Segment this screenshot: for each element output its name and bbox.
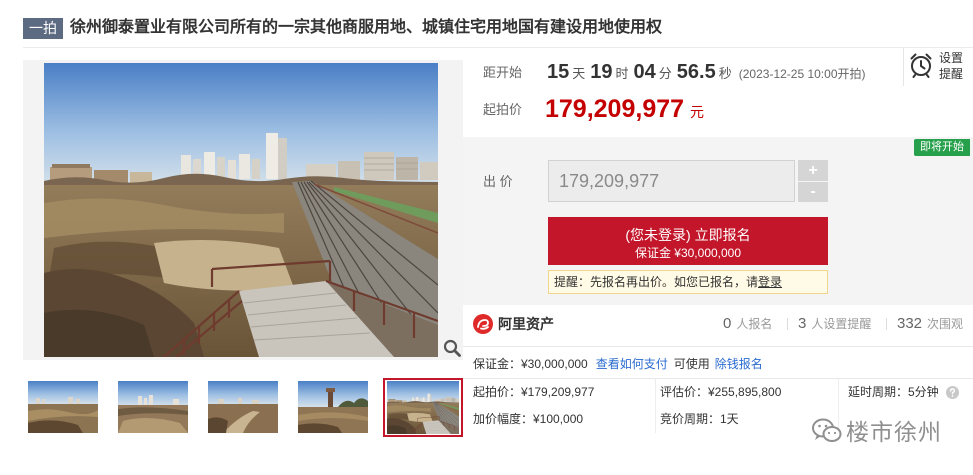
registrations-count: 0	[723, 315, 732, 332]
countdown-minutes: 04	[633, 61, 656, 83]
countdown-seconds: 56.5	[676, 61, 716, 83]
gallery-thumbnail-1[interactable]	[23, 378, 103, 437]
deposit-amount: 保证金：¥30,000,000	[473, 357, 588, 371]
gallery-thumbnail-2[interactable]	[113, 378, 193, 437]
section-divider	[463, 346, 973, 347]
auction-page: 一拍 徐州御泰置业有限公司所有的一宗其他商服用地、城镇住宅用地国有建设用地使用权	[0, 0, 973, 475]
gallery-thumbnails	[23, 378, 463, 438]
countdown-timer: 15 天 19 时 04 分 56.5 秒 (2023-12-25 10:00开拍)	[547, 57, 899, 87]
detail-starting-price: 起拍价：¥179,209,977	[473, 385, 595, 399]
countdown-label: 距开始	[483, 65, 523, 80]
auction-round-badge: 一拍	[23, 18, 63, 39]
login-notice: 提醒：先报名再出价。如您已报名，请登录	[548, 270, 828, 294]
how-to-pay-link[interactable]: 查看如何支付	[596, 357, 668, 371]
detail-appraisal-price: 评估价：¥255,895,800	[660, 385, 782, 399]
countdown-seconds-unit: 秒	[718, 66, 732, 81]
page-title: 徐州御泰置业有限公司所有的一宗其他商服用地、城镇住宅用地国有建设用地使用权	[70, 19, 663, 36]
thumbnail-image	[298, 381, 368, 433]
gallery-thumbnail-3[interactable]	[203, 378, 283, 437]
main-photo[interactable]	[44, 63, 438, 357]
detail-bidding-period: 竞价周期：1天	[660, 412, 739, 426]
login-link[interactable]: 登录	[758, 275, 782, 289]
available-text: 可使用	[673, 357, 710, 371]
reminder-label-line1: 设置	[939, 51, 964, 65]
countdown-hours-unit: 时	[615, 66, 629, 81]
countdown-hours: 19	[590, 61, 613, 83]
registrations-label: 人报名	[736, 317, 773, 331]
reminder-label-line2: 提醒	[939, 67, 964, 81]
watermark-text: 楼市徐州	[846, 419, 942, 445]
alibaba-asset-logo-icon	[473, 314, 493, 334]
views-count: 332	[897, 315, 923, 332]
bid-panel: 即将开始 出 价 + - (您未登录) 立即报名 保证金 ¥30,000,000…	[463, 137, 973, 305]
thumbnail-image	[118, 381, 188, 433]
bid-amount-input[interactable]	[548, 160, 795, 202]
views-label: 次围观	[927, 317, 964, 331]
views-stat: 332 次围观	[897, 314, 963, 334]
reminder-divider	[903, 48, 904, 86]
bid-label: 出 价	[483, 174, 513, 189]
railway-land-scene	[44, 63, 438, 357]
starting-price-label: 起拍价	[483, 102, 523, 117]
title-divider	[23, 47, 973, 48]
reminders-count: 3	[798, 315, 807, 332]
deposit-row: 保证金：¥30,000,000 查看如何支付 可使用 除钱报名	[473, 355, 763, 373]
magnifier-icon[interactable]	[443, 339, 461, 357]
register-button[interactable]: (您未登录) 立即报名 保证金 ¥30,000,000	[548, 217, 828, 265]
thumbnail-image	[28, 381, 98, 433]
login-notice-text: 提醒：先报名再出价。如您已报名，请	[554, 275, 759, 289]
auction-start-time: (2023-12-25 10:00开拍)	[738, 67, 866, 81]
countdown-days-unit: 天	[572, 66, 586, 81]
register-button-label: (您未登录) 立即报名	[625, 226, 751, 243]
detail-bid-increment: 加价幅度：¥100,000	[473, 412, 584, 426]
starting-price-value: 179,209,977	[545, 95, 685, 123]
detail-extension-period: 延时周期：5分钟	[848, 385, 939, 399]
registrations-stat: 0 人报名	[723, 314, 772, 334]
main-photo-frame	[23, 60, 463, 360]
countdown-days: 15	[547, 61, 570, 83]
help-icon[interactable]	[946, 386, 959, 399]
detail-column-divider	[655, 378, 656, 433]
thumbnail-image	[387, 381, 459, 434]
reminder-label: 设置 提醒	[939, 50, 963, 82]
stat-divider	[886, 318, 887, 330]
water-tower	[328, 390, 333, 408]
starting-price-unit: 元	[690, 104, 705, 120]
status-badge: 即将开始	[914, 139, 970, 156]
register-button-deposit: 保证金 ¥30,000,000	[634, 245, 742, 260]
platform-name: 阿里资产	[498, 316, 554, 332]
increase-bid-button[interactable]: +	[798, 160, 828, 181]
decrease-bid-button[interactable]: -	[798, 182, 828, 202]
reminders-label: 人设置提醒	[811, 317, 872, 331]
countdown-minutes-unit: 分	[658, 66, 672, 81]
starting-price: 179,209,977 元	[545, 92, 704, 130]
alarm-clock-icon	[910, 53, 932, 78]
set-reminder-button[interactable]: 设置 提醒	[908, 50, 970, 82]
section-divider	[463, 378, 973, 379]
reminders-stat: 3 人设置提醒	[798, 314, 871, 334]
gallery-thumbnail-5[interactable]	[383, 378, 463, 437]
gallery-thumbnail-4[interactable]	[293, 378, 373, 437]
thumbnail-image	[208, 381, 278, 433]
wechat-icon	[812, 418, 842, 442]
credit-register-link[interactable]: 除钱报名	[715, 357, 763, 371]
stat-divider	[787, 318, 788, 330]
